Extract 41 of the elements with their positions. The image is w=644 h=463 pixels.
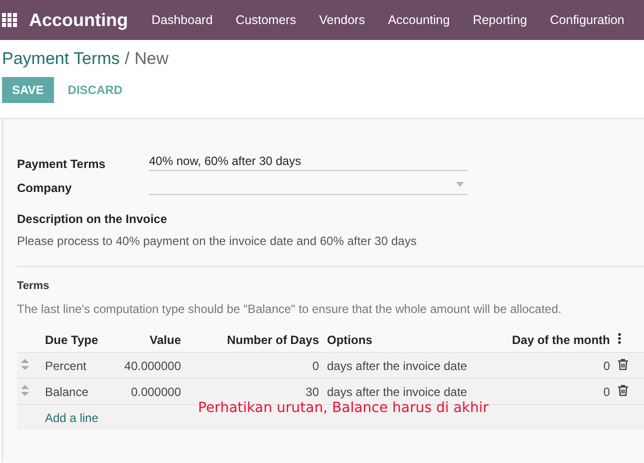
input-field[interactable]: 40% now, 60% after 30 days <box>149 151 468 171</box>
menu-item[interactable]: Configuration <box>550 13 624 27</box>
drag-handle-icon[interactable] <box>21 384 29 396</box>
breadcrumb-link[interactable]: Payment Terms <box>2 49 120 69</box>
table-cell: Balance <box>45 384 88 398</box>
breadcrumb-separator: / <box>124 49 130 69</box>
menu-item[interactable]: Vendors <box>319 13 365 27</box>
column-header: Value <box>150 333 181 347</box>
hint-text: The last line's computation type should be "Balance" to ensure that the whole amount will be allocated. <box>17 302 562 316</box>
trash-icon[interactable] <box>618 384 628 396</box>
column-header: Number of Days <box>226 333 319 347</box>
table-cell: 0.000000 <box>130 384 181 398</box>
table-cell: Percent <box>45 358 86 372</box>
apps-menu-icon[interactable] <box>2 13 18 27</box>
table-cell: days after the invoice date <box>327 358 468 372</box>
field-label: Payment Terms <box>17 157 106 171</box>
table-cell: 0 <box>312 358 319 372</box>
trash-icon[interactable] <box>618 358 628 370</box>
add-line-link[interactable]: Add a line <box>45 410 98 424</box>
drag-handle-icon[interactable] <box>21 358 29 370</box>
more-options-icon[interactable] <box>618 333 621 344</box>
field-label: Company <box>17 181 73 195</box>
menu-item[interactable]: Dashboard <box>152 13 213 27</box>
field-label: Description on the Invoice <box>17 212 168 226</box>
column-header: Due Type <box>45 333 98 347</box>
column-header: Options <box>327 333 372 347</box>
section-label: Terms <box>17 280 50 292</box>
table-cell: days after the invoice date <box>327 384 468 398</box>
annotation-text: Perhatikan urutan, Balance harus di akhir <box>198 400 489 416</box>
menu-item[interactable]: Reporting <box>472 13 528 27</box>
dropdown-caret-icon <box>456 182 464 187</box>
breadcrumb-current: New <box>134 49 169 69</box>
table-cell: 30 <box>306 384 319 398</box>
app-title: Accounting <box>29 10 128 30</box>
table-cell: 0 <box>603 384 610 398</box>
table-cell: 40.000000 <box>124 358 181 372</box>
menu-item[interactable]: Customers <box>236 13 296 27</box>
column-header: Day of the month <box>512 333 610 347</box>
menu-item[interactable]: Accounting <box>388 13 450 27</box>
table-cell: 0 <box>603 358 610 372</box>
description-text: Please process to 40% payment on the invoice date and 60% after 30 days <box>17 234 418 248</box>
